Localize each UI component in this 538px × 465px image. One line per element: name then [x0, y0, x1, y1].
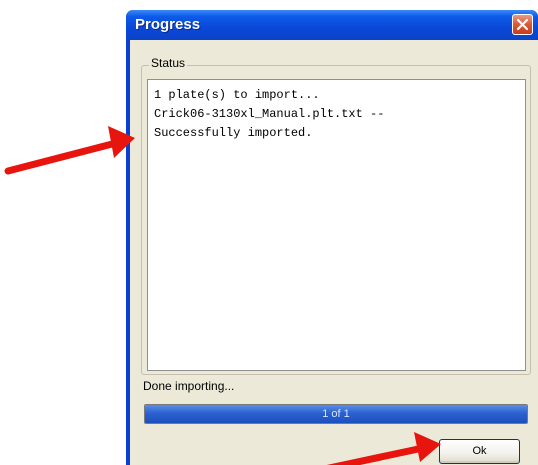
ok-button[interactable]: Ok [439, 439, 520, 464]
dialog-client-area: Status 1 plate(s) to import... Crick06-3… [130, 40, 538, 465]
status-group-label: Status [149, 56, 188, 70]
screenshot-stage: Progress Status 1 plate(s) to import... … [0, 0, 538, 465]
status-textbox[interactable]: 1 plate(s) to import... Crick06-3130xl_M… [147, 79, 526, 371]
status-line: 1 plate(s) to import... [154, 88, 320, 102]
progress-dialog: Progress Status 1 plate(s) to import... … [126, 10, 538, 465]
status-line: Successfully imported. [154, 126, 313, 140]
title-bar[interactable]: Progress [126, 10, 538, 40]
status-line: Crick06-3130xl_Manual.plt.txt -- [154, 107, 385, 121]
close-x-icon [516, 18, 529, 31]
progress-bar: 1 of 1 [144, 404, 528, 424]
window-title: Progress [135, 16, 201, 33]
done-importing-label: Done importing... [143, 379, 235, 393]
close-button[interactable] [512, 14, 533, 35]
progress-text: 1 of 1 [322, 408, 350, 420]
